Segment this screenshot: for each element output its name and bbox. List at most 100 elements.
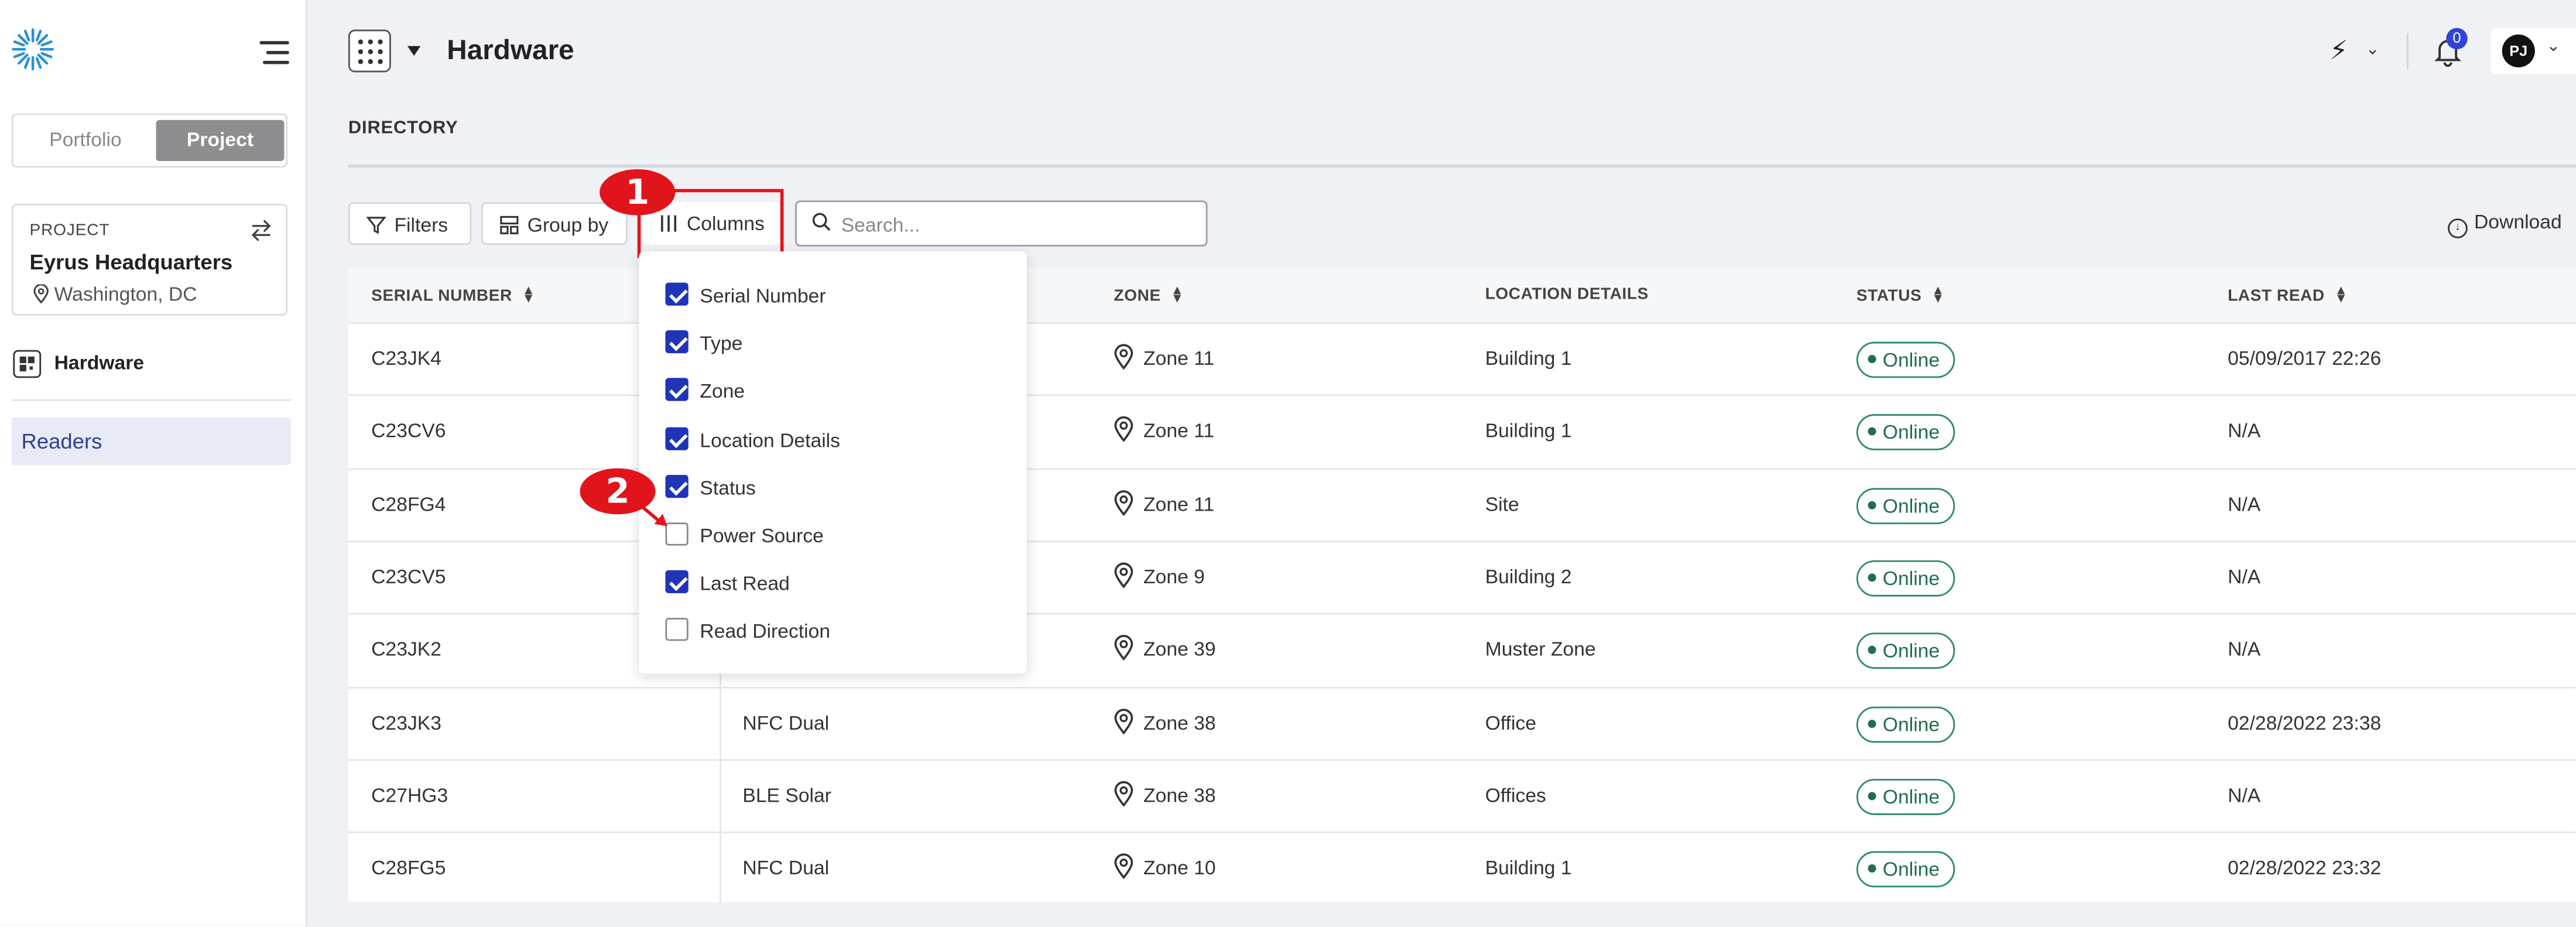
column-option-label: Serial Number <box>700 284 826 307</box>
status-text: Online <box>1882 348 1940 372</box>
checkbox-checked-icon[interactable] <box>665 282 688 306</box>
column-option-label: Read Direction <box>700 620 831 644</box>
search-icon <box>812 213 831 231</box>
status-dot-icon <box>1868 500 1876 509</box>
cell-last-read: N/A <box>2228 565 2261 589</box>
search-input[interactable] <box>838 205 1198 245</box>
cell-serial: C23CV5 <box>371 565 446 589</box>
portfolio-project-toggle: Portfolio Project <box>11 113 288 168</box>
header-status-label: STATUS <box>1856 288 1922 306</box>
column-option-label: Location Details <box>700 428 841 451</box>
location-pin-icon <box>1114 853 1133 880</box>
cell-location: Building 1 <box>1485 856 1572 880</box>
user-menu[interactable]: PJ ⌄ <box>2491 28 2576 74</box>
cell-last-read: N/A <box>2228 638 2261 661</box>
hamburger-menu-icon[interactable] <box>259 41 289 64</box>
sidebar-item-hardware[interactable]: Hardware <box>13 350 144 378</box>
cell-zone: Zone 10 <box>1114 853 1216 880</box>
avatar: PJ <box>2502 34 2535 68</box>
step-marker-1: 1 <box>600 169 676 215</box>
column-option-label: Type <box>700 332 743 355</box>
status-text: Online <box>1882 785 1940 809</box>
checkbox-checked-icon[interactable] <box>665 474 688 498</box>
section-divider <box>348 164 2576 168</box>
cell-serial: C23CV6 <box>371 419 446 443</box>
table-row[interactable]: C27HG3 BLE Solar Zone 38 Offices Online N/A <box>348 758 2576 833</box>
swap-arrows-icon[interactable] <box>250 218 273 241</box>
checkbox-checked-icon[interactable] <box>665 426 688 450</box>
cell-location: Offices <box>1485 783 1546 807</box>
status-badge: Online <box>1856 706 1955 742</box>
group-by-button[interactable]: Group by <box>481 202 628 245</box>
status-dot-icon <box>1868 791 1876 801</box>
filter-icon <box>366 217 386 234</box>
toggle-portfolio[interactable]: Portfolio <box>20 120 151 161</box>
status-dot-icon <box>1868 355 1876 364</box>
cell-serial: C23JK4 <box>371 347 442 370</box>
checkbox-checked-icon[interactable] <box>665 570 688 594</box>
location-pin-icon <box>1114 708 1133 734</box>
download-button[interactable]: ↓ Download <box>2448 210 2562 238</box>
project-name: Eyrus Headquarters <box>29 249 233 275</box>
chevron-down-icon: ⌄ <box>2546 37 2560 56</box>
cell-zone: Zone 11 <box>1114 416 1215 443</box>
location-pin-icon <box>1114 490 1133 515</box>
location-pin-icon <box>1114 781 1133 807</box>
column-option-label: Status <box>700 476 756 500</box>
sidebar-item-readers[interactable]: Readers <box>11 417 291 466</box>
status-text: Online <box>1882 566 1940 590</box>
cell-serial: C23JK2 <box>371 638 442 661</box>
filters-label: Filters <box>394 213 448 237</box>
download-label: Download <box>2474 210 2562 234</box>
app-switcher-caret-icon[interactable] <box>407 46 421 56</box>
sort-icon: ▲ ▼ <box>1170 282 1184 306</box>
location-pin-icon <box>33 284 49 304</box>
checkbox-unchecked-icon[interactable] <box>665 618 688 642</box>
status-text: Online <box>1882 494 1940 517</box>
cell-zone-text: Zone 11 <box>1143 419 1215 443</box>
filters-button[interactable]: Filters <box>348 202 472 245</box>
cell-serial: C28FG4 <box>371 492 446 515</box>
header-status[interactable]: STATUS ▲ ▼ <box>1856 282 1945 306</box>
header-zone[interactable]: ZONE ▲ ▼ <box>1114 282 1184 306</box>
group-by-label: Group by <box>527 213 609 237</box>
header-location-label: LOCATION DETAILS <box>1485 286 1649 305</box>
cell-location: Building 2 <box>1485 565 1572 589</box>
table-row[interactable]: C28FG5 NFC Dual Zone 10 Building 1 Online 02/… <box>348 832 2576 905</box>
app-grid-icon[interactable] <box>348 29 391 73</box>
header-last-read-label: LAST READ <box>2228 288 2325 306</box>
sidebar: Portfolio Project PROJECT Eyrus Headquar… <box>0 0 307 927</box>
location-pin-icon <box>1114 562 1133 589</box>
status-dot-icon <box>1868 646 1876 655</box>
cell-location: Office <box>1485 710 1537 734</box>
download-icon: ↓ <box>2448 218 2468 238</box>
cell-zone-text: Zone 10 <box>1143 856 1216 880</box>
checkbox-checked-icon[interactable] <box>665 378 688 402</box>
sidebar-divider <box>11 399 291 401</box>
lightning-icon[interactable]: ⚡︎ <box>2330 35 2348 67</box>
header-last-read[interactable]: LAST READ ▲ ▼ <box>2228 283 2348 306</box>
table-row[interactable]: C23JK3 NFC Dual Zone 38 Office Online 02/28/2… <box>348 686 2576 760</box>
cell-zone-text: Zone 38 <box>1143 710 1216 734</box>
checkbox-unchecked-icon[interactable] <box>665 522 688 546</box>
eyrus-logo-icon[interactable] <box>10 26 56 73</box>
column-option-label: Last Read <box>700 572 790 596</box>
checkbox-checked-icon[interactable] <box>665 330 688 354</box>
chevron-down-icon[interactable]: ⌄ <box>2366 41 2380 59</box>
cell-zone: Zone 9 <box>1114 562 1205 589</box>
cell-last-read: N/A <box>2228 419 2261 443</box>
status-text: Online <box>1882 858 1940 881</box>
header-serial-number[interactable]: SERIAL NUMBER ▲ ▼ <box>371 283 535 306</box>
column-option-label: Zone <box>700 380 745 403</box>
toggle-project[interactable]: Project <box>156 119 285 161</box>
cell-zone-text: Zone 11 <box>1143 347 1215 370</box>
status-dot-icon <box>1868 864 1876 873</box>
header-location-details: LOCATION DETAILS <box>1485 286 1649 304</box>
sort-icon: ▲ ▼ <box>1931 282 1945 306</box>
status-badge: Online <box>1856 341 1955 378</box>
location-pin-icon <box>1114 344 1133 370</box>
qr-code-icon <box>13 350 42 378</box>
cell-type: BLE Solar <box>742 783 831 807</box>
header-zone-label: ZONE <box>1114 288 1161 306</box>
location-pin-icon <box>1114 635 1133 661</box>
